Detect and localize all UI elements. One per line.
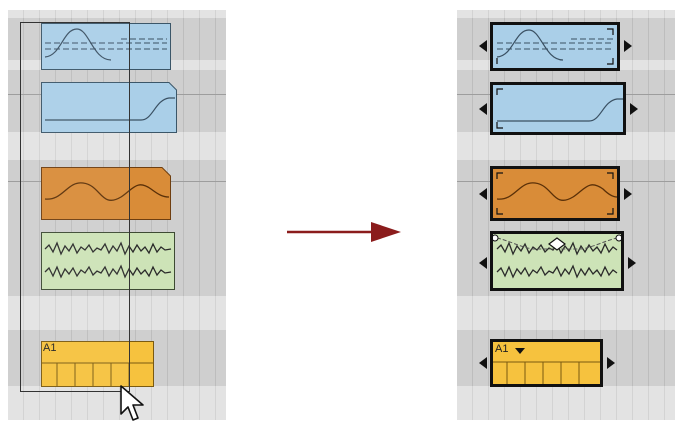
audio-clip-selected[interactable]	[490, 231, 624, 291]
automation-clip-3-selected[interactable]	[490, 166, 620, 221]
resize-left-handle-icon[interactable]	[479, 40, 487, 52]
resize-right-handle-icon[interactable]	[624, 40, 632, 52]
midi-clip-label: A1	[495, 343, 509, 355]
resize-right-handle-icon[interactable]	[607, 357, 615, 369]
selection-marquee	[20, 22, 130, 392]
resize-left-handle-icon[interactable]	[479, 103, 487, 115]
arrow-right-icon	[287, 221, 403, 248]
automation-clip-1-selected[interactable]	[490, 22, 620, 71]
arrangement-before: A1	[8, 10, 226, 420]
automation-clip-2-selected[interactable]	[490, 82, 626, 135]
resize-left-handle-icon[interactable]	[479, 257, 487, 269]
mouse-pointer-icon	[119, 384, 147, 429]
arrangement-after: A1	[457, 10, 675, 420]
midi-clip-selected[interactable]: A1	[490, 339, 603, 387]
resize-right-handle-icon[interactable]	[624, 188, 632, 200]
resize-right-handle-icon[interactable]	[628, 257, 636, 269]
resize-left-handle-icon[interactable]	[479, 357, 487, 369]
resize-left-handle-icon[interactable]	[479, 188, 487, 200]
resize-right-handle-icon[interactable]	[630, 103, 638, 115]
